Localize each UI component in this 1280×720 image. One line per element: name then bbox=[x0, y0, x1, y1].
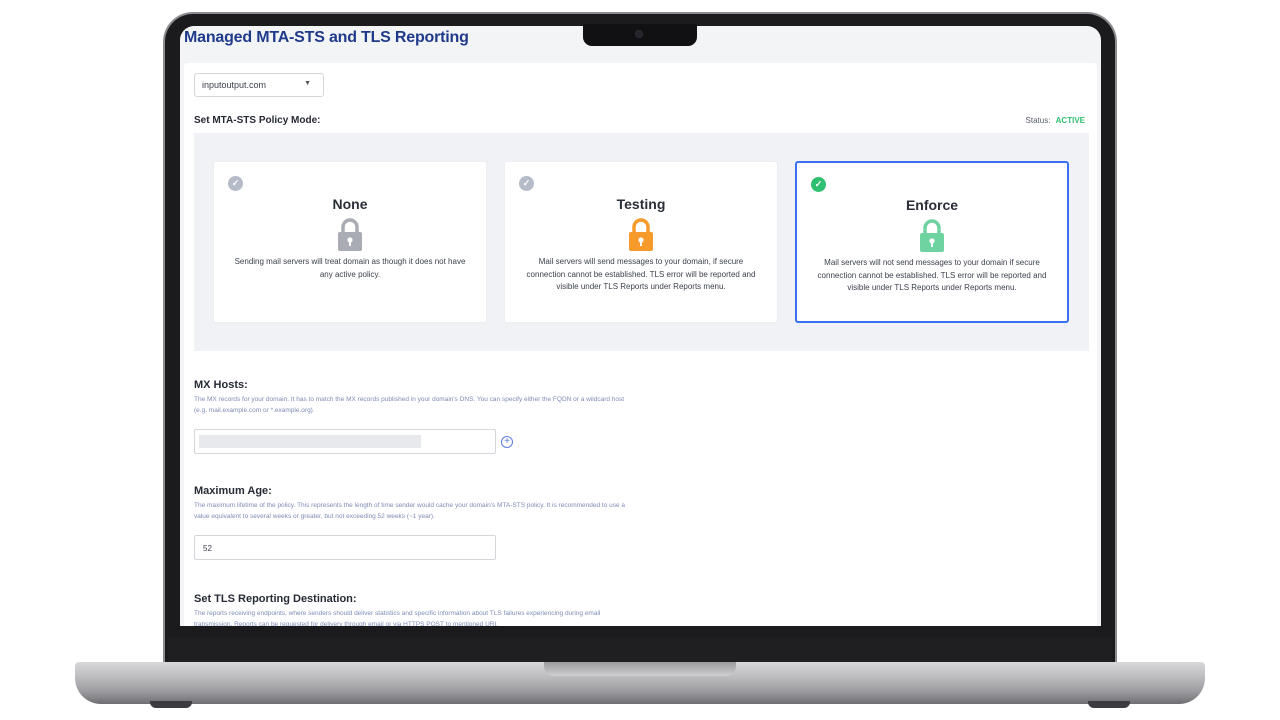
mx-host-value-redacted bbox=[199, 435, 421, 448]
policy-mode-label: Set MTA-STS Policy Mode: bbox=[194, 115, 321, 126]
policy-status: Status: ACTIVE bbox=[1026, 116, 1085, 125]
page-title: Managed MTA-STS and TLS Reporting bbox=[184, 29, 469, 46]
settings-panel: inputoutput.com ▼ Set MTA-STS Policy Mod… bbox=[184, 63, 1097, 626]
laptop-screen: Managed MTA-STS and TLS Reporting inputo… bbox=[180, 26, 1101, 626]
mode-card-testing[interactable]: ✓ Testing Mail servers will send message… bbox=[504, 161, 778, 323]
policy-mode-selector: ✓ None Sending mail servers will treat d… bbox=[194, 133, 1089, 351]
laptop-chin bbox=[168, 637, 1112, 663]
mode-description: Mail servers will not send messages to y… bbox=[817, 258, 1047, 292]
domain-select[interactable]: inputoutput.com ▼ bbox=[194, 73, 324, 97]
mode-title: None bbox=[332, 196, 368, 212]
domain-select-value: inputoutput.com bbox=[202, 80, 267, 90]
mode-description: Sending mail servers will treat domain a… bbox=[234, 257, 466, 279]
mode-title: Testing bbox=[616, 196, 666, 212]
max-age-help: The maximum lifetime of the policy. This… bbox=[194, 502, 626, 520]
mx-host-input[interactable] bbox=[194, 429, 496, 454]
add-mx-host-button[interactable]: + bbox=[501, 436, 513, 448]
mode-card-enforce[interactable]: ✓ Enforce Mail servers will not send mes… bbox=[795, 161, 1069, 323]
laptop-foot-right bbox=[1088, 701, 1130, 708]
mx-hosts-help: The MX records for your domain. It has t… bbox=[194, 396, 625, 414]
tls-reporting-title: Set TLS Reporting Destination: bbox=[194, 593, 357, 605]
status-label: Status: bbox=[1025, 116, 1051, 125]
camera-icon bbox=[635, 30, 643, 38]
mode-title: Enforce bbox=[905, 197, 959, 213]
camera-notch bbox=[583, 24, 697, 46]
mode-description: Mail servers will send messages to your … bbox=[526, 257, 756, 291]
laptop-foot-left bbox=[150, 701, 192, 708]
mx-hosts-title: MX Hosts: bbox=[194, 379, 248, 391]
lock-icon bbox=[629, 218, 653, 251]
chevron-down-icon: ▼ bbox=[304, 80, 311, 87]
tls-reporting-help: The reports receiving endpoints, where s… bbox=[194, 610, 601, 626]
lock-icon bbox=[338, 218, 362, 251]
lock-icon bbox=[920, 219, 944, 252]
check-circle-icon: ✓ bbox=[519, 176, 534, 191]
status-badge: ACTIVE bbox=[1055, 116, 1085, 125]
max-age-title: Maximum Age: bbox=[194, 485, 272, 497]
check-circle-icon: ✓ bbox=[228, 176, 243, 191]
laptop-base-groove bbox=[544, 662, 736, 676]
mode-card-none[interactable]: ✓ None Sending mail servers will treat d… bbox=[213, 161, 487, 323]
check-circle-icon: ✓ bbox=[811, 177, 826, 192]
max-age-input[interactable]: 52 bbox=[194, 535, 496, 560]
